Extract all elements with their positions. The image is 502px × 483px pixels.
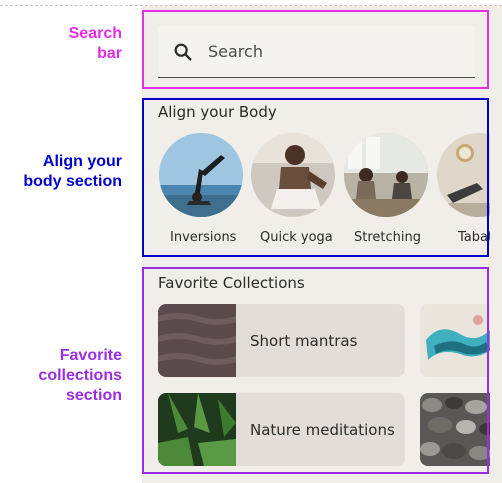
align-section-highlight: [142, 98, 489, 257]
annotation-align-section: Align your body section: [23, 153, 122, 190]
annotation-search-bar: Search bar: [68, 25, 122, 62]
annotation-favorites-section: Favorite collections section: [38, 347, 122, 404]
favorites-section-highlight: [142, 267, 489, 474]
search-bar-highlight: [142, 10, 489, 89]
